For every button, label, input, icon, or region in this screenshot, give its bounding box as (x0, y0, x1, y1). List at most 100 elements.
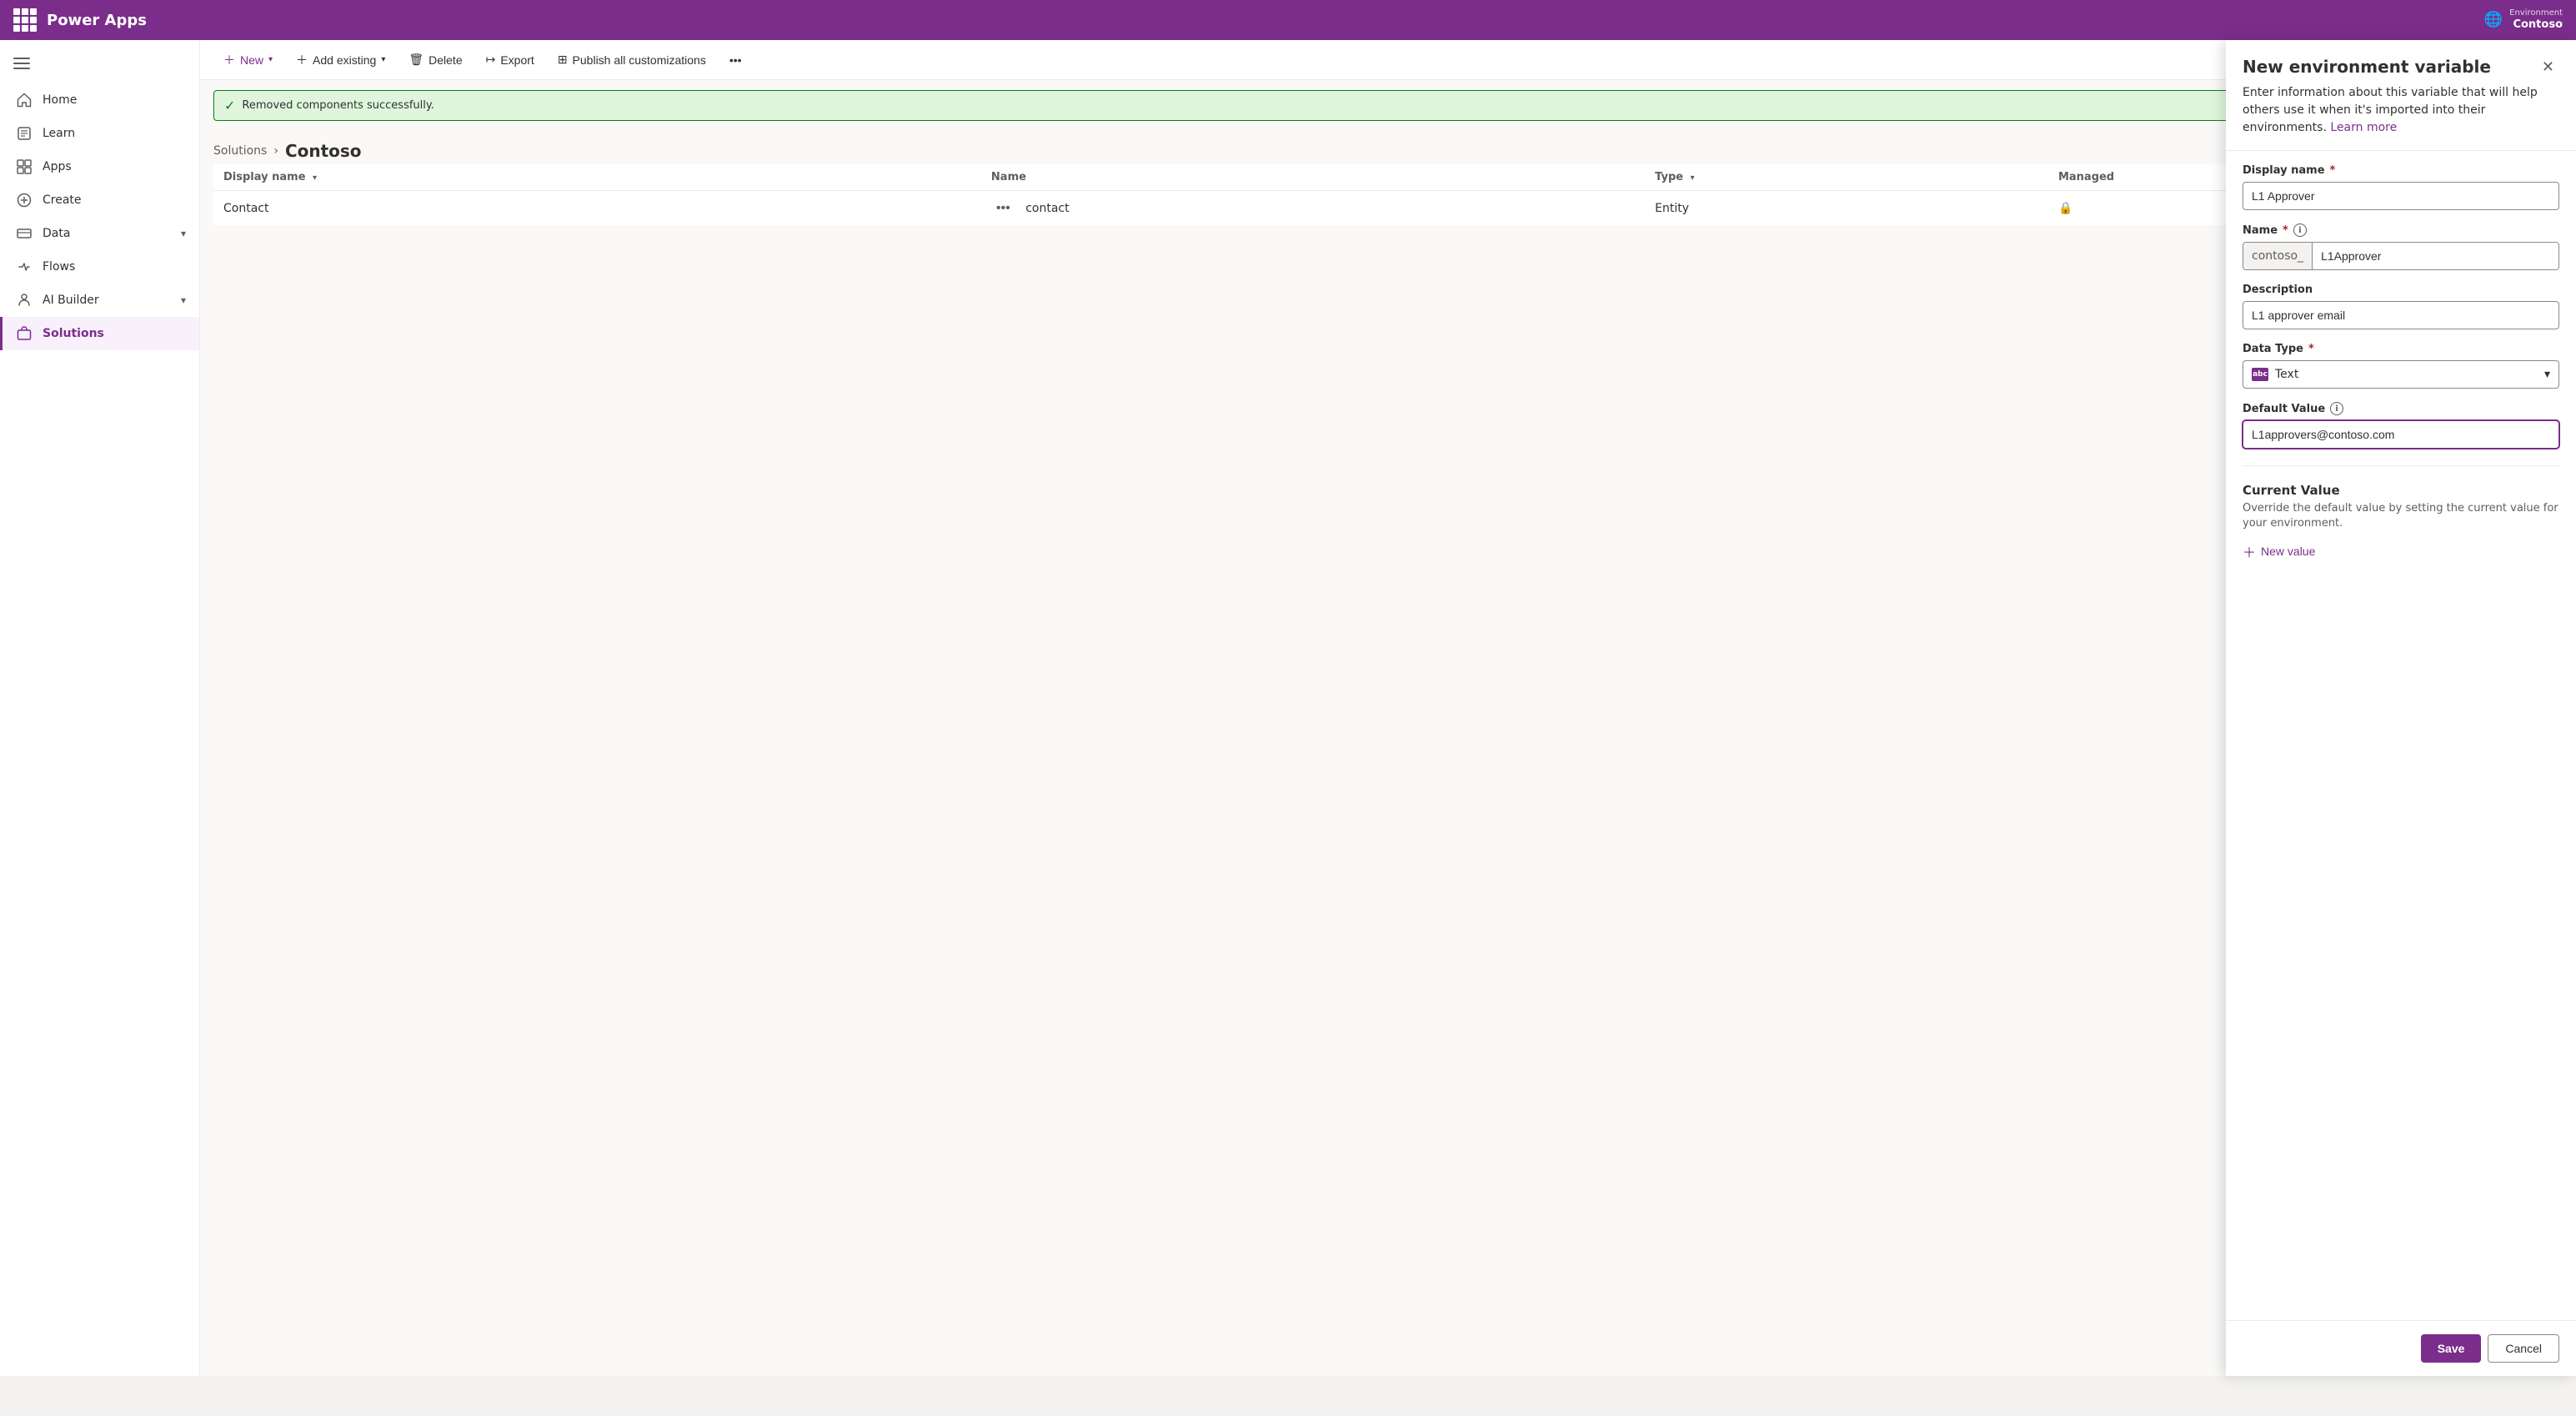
data-type-chevron-icon: ▾ (2544, 368, 2550, 381)
name-info-icon[interactable]: i (2293, 223, 2307, 237)
panel-description: Enter information about this variable th… (2226, 78, 2576, 151)
new-label: New (240, 53, 263, 67)
sidebar-item-flows[interactable]: Flows (0, 250, 199, 284)
default-value-label: Default Value i (2243, 402, 2559, 415)
save-button[interactable]: Save (2421, 1334, 2482, 1363)
solutions-breadcrumb-link[interactable]: Solutions (213, 144, 267, 158)
description-input[interactable] (2243, 301, 2559, 329)
data-type-label: Data Type * (2243, 343, 2559, 355)
row-more-button[interactable]: ••• (991, 199, 1015, 218)
default-value-info-icon[interactable]: i (2330, 402, 2343, 415)
description-label: Description (2243, 284, 2559, 296)
current-value-title: Current Value (2243, 483, 2559, 498)
waffle-menu[interactable] (13, 8, 37, 32)
default-value-field-group: Default Value i (2243, 402, 2559, 449)
type-sort-icon: ▾ (1691, 173, 1695, 183)
name-prefix: contoso_ (2243, 243, 2313, 269)
new-plus-icon: ＋ (223, 52, 235, 68)
create-icon (16, 192, 33, 208)
panel-body: Display name * Name * i contoso_ Descrip… (2226, 151, 2576, 1320)
current-value-desc: Override the default value by setting th… (2243, 501, 2559, 531)
display-name-field-group: Display name * (2243, 164, 2559, 210)
learn-more-link[interactable]: Learn more (2330, 121, 2397, 134)
more-button[interactable]: ••• (719, 48, 752, 72)
add-existing-label: Add existing (313, 53, 376, 67)
new-button[interactable]: ＋ New ▾ (213, 47, 283, 73)
publish-icon: ⊞ (558, 53, 568, 67)
app-title: Power Apps (47, 12, 147, 29)
col-name-label: Name (991, 171, 1026, 183)
delete-button[interactable]: 🗑 Delete (398, 48, 472, 72)
display-name-input[interactable] (2243, 182, 2559, 210)
add-existing-button[interactable]: ＋ Add existing ▾ (286, 47, 395, 73)
solutions-icon (16, 325, 33, 342)
ai-builder-icon (16, 292, 33, 309)
data-type-select[interactable]: abc Text ▾ (2243, 360, 2559, 389)
sidebar-flows-label: Flows (43, 260, 75, 274)
add-existing-chevron-icon: ▾ (381, 55, 385, 64)
publish-label: Publish all customizations (573, 53, 706, 67)
display-name-sort-icon: ▾ (313, 173, 317, 183)
panel-divider (2243, 465, 2559, 466)
sidebar-data-label: Data (43, 227, 70, 240)
row-actions: ••• contact (981, 191, 1645, 227)
sidebar-item-ai-builder[interactable]: AI Builder ▾ (0, 284, 199, 317)
main-content: ＋ New ▾ ＋ Add existing ▾ 🗑 Delete ↦ Expo… (200, 40, 2576, 1376)
default-value-input[interactable] (2243, 420, 2559, 449)
env-label: Environment (2509, 8, 2563, 18)
sidebar-apps-label: Apps (43, 160, 72, 173)
breadcrumb-current: Contoso (285, 141, 362, 161)
export-label: Export (500, 53, 534, 67)
panel-title: New environment variable (2243, 57, 2491, 77)
panel-header: New environment variable ✕ (2226, 40, 2576, 78)
row-type: Entity (1645, 191, 2048, 227)
main-layout: Home Learn Apps Create Data ▾ (0, 40, 2576, 1376)
new-value-label: New value (2261, 545, 2315, 558)
table-row[interactable]: Contact ••• contact Entity 🔒 (213, 191, 2563, 227)
name-required: * (2283, 224, 2288, 237)
name-input[interactable] (2313, 243, 2558, 269)
row-display-name: Contact (213, 191, 981, 227)
sidebar-ai-label: AI Builder (43, 294, 99, 307)
col-display-name[interactable]: Display name ▾ (213, 164, 981, 191)
hamburger-button[interactable] (0, 47, 199, 83)
topbar: Power Apps 🌐 Environment Contoso (0, 0, 2576, 40)
col-name[interactable]: Name (981, 164, 1645, 191)
data-icon (16, 225, 33, 242)
environment-info[interactable]: Environment Contoso (2509, 8, 2563, 33)
delete-icon: 🗑 (408, 53, 423, 67)
new-value-button[interactable]: ＋ New value (2243, 538, 2315, 565)
data-type-field-group: Data Type * abc Text ▾ (2243, 343, 2559, 389)
sidebar-item-home[interactable]: Home (0, 83, 199, 117)
sidebar-item-solutions[interactable]: Solutions (0, 317, 199, 350)
main-toolbar: ＋ New ▾ ＋ Add existing ▾ 🗑 Delete ↦ Expo… (200, 40, 2576, 80)
col-display-name-label: Display name (223, 171, 306, 183)
sidebar-learn-label: Learn (43, 127, 75, 140)
data-type-value: Text (2275, 368, 2298, 381)
close-icon: ✕ (2542, 58, 2554, 75)
cancel-button[interactable]: Cancel (2488, 1334, 2559, 1363)
publish-button[interactable]: ⊞ Publish all customizations (548, 48, 716, 72)
name-field-group: Name * i contoso_ (2243, 223, 2559, 270)
sidebar-item-apps[interactable]: Apps (0, 150, 199, 183)
success-message: Removed components successfully. (242, 99, 434, 112)
export-icon: ↦ (486, 53, 496, 67)
text-type-icon: abc (2252, 368, 2268, 381)
col-type[interactable]: Type ▾ (1645, 164, 2048, 191)
sidebar-item-learn[interactable]: Learn (0, 117, 199, 150)
sidebar-item-create[interactable]: Create (0, 183, 199, 217)
env-name: Contoso (2509, 18, 2563, 33)
sidebar-item-data[interactable]: Data ▾ (0, 217, 199, 250)
success-check-icon: ✓ (224, 98, 235, 113)
col-type-label: Type (1655, 171, 1683, 183)
globe-icon: 🌐 (2484, 11, 2503, 28)
sidebar-solutions-label: Solutions (43, 327, 104, 340)
export-button[interactable]: ↦ Export (476, 48, 544, 72)
current-value-section: Current Value Override the default value… (2243, 483, 2559, 565)
lock-icon: 🔒 (2058, 202, 2072, 215)
panel-close-button[interactable]: ✕ (2537, 57, 2559, 78)
data-chevron-icon: ▾ (181, 228, 186, 239)
data-type-select-left: abc Text (2252, 368, 2298, 381)
breadcrumb-separator: › (273, 144, 278, 158)
flows-icon (16, 259, 33, 275)
